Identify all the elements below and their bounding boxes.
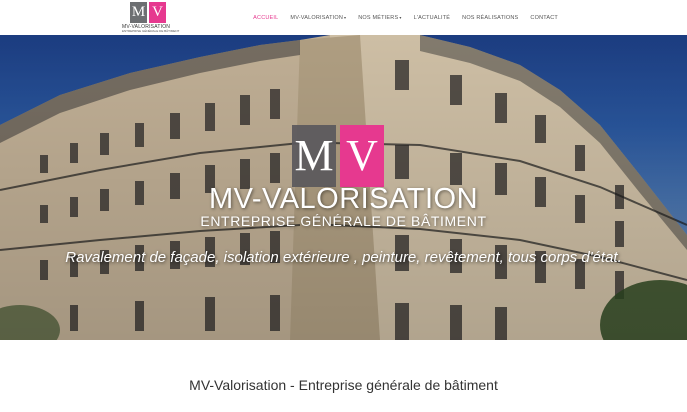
chevron-down-icon: ▾ (399, 15, 402, 20)
nav-item-label: ACCUEIL (253, 14, 279, 21)
site-header: M V MV-VALORISATION ENTREPRISE GÉNÉRALE … (0, 0, 687, 35)
logo-mark: M V (130, 2, 172, 23)
page-heading: MV-Valorisation - Entreprise générale de… (189, 377, 498, 393)
nav-item-contact[interactable]: CONTACT (530, 15, 558, 21)
chevron-down-icon: ▾ (344, 15, 347, 20)
nav-item-accueil[interactable]: ACCUEIL (253, 15, 278, 21)
hero-tagline: Ravalement de façade, isolation extérieu… (65, 249, 622, 266)
main-navigation: ACCUEIL MV-VALORISATION ▾ NOS MÉTIERS ▾ … (253, 0, 558, 35)
nav-item-label: MV-VALORISATION (290, 14, 344, 21)
hero-banner: M V MV-VALORISATION ENTREPRISE GÉNÉRALE … (0, 35, 687, 340)
nav-item-nos-realisations[interactable]: NOS RÉALISATIONS (462, 15, 518, 21)
hero-logo-letter-m: M (292, 125, 336, 187)
logo-letter-m: M (130, 2, 147, 23)
nav-item-label: L'ACTUALITÉ (413, 14, 451, 21)
logo-tagline: ENTREPRISE GÉNÉRALE DE BÂTIMENT (122, 29, 180, 33)
nav-item-label: NOS RÉALISATIONS (462, 14, 519, 21)
site-logo[interactable]: M V MV-VALORISATION ENTREPRISE GÉNÉRALE … (122, 2, 180, 33)
nav-item-label: NOS MÉTIERS (358, 14, 399, 21)
hero-subtitle: ENTREPRISE GÉNÉRALE DE BÂTIMENT (200, 213, 487, 229)
hero-logo-mark: M V (292, 125, 384, 187)
hero-title: MV-VALORISATION (208, 183, 479, 215)
nav-item-label: CONTACT (530, 14, 558, 21)
nav-item-nos-metiers[interactable]: NOS MÉTIERS ▾ (358, 15, 401, 21)
hero-logo-letter-v: V (340, 125, 384, 187)
logo-letter-v: V (149, 2, 166, 23)
nav-item-actualite[interactable]: L'ACTUALITÉ (414, 15, 451, 21)
nav-item-mv-valorisation[interactable]: MV-VALORISATION ▾ (290, 15, 346, 21)
